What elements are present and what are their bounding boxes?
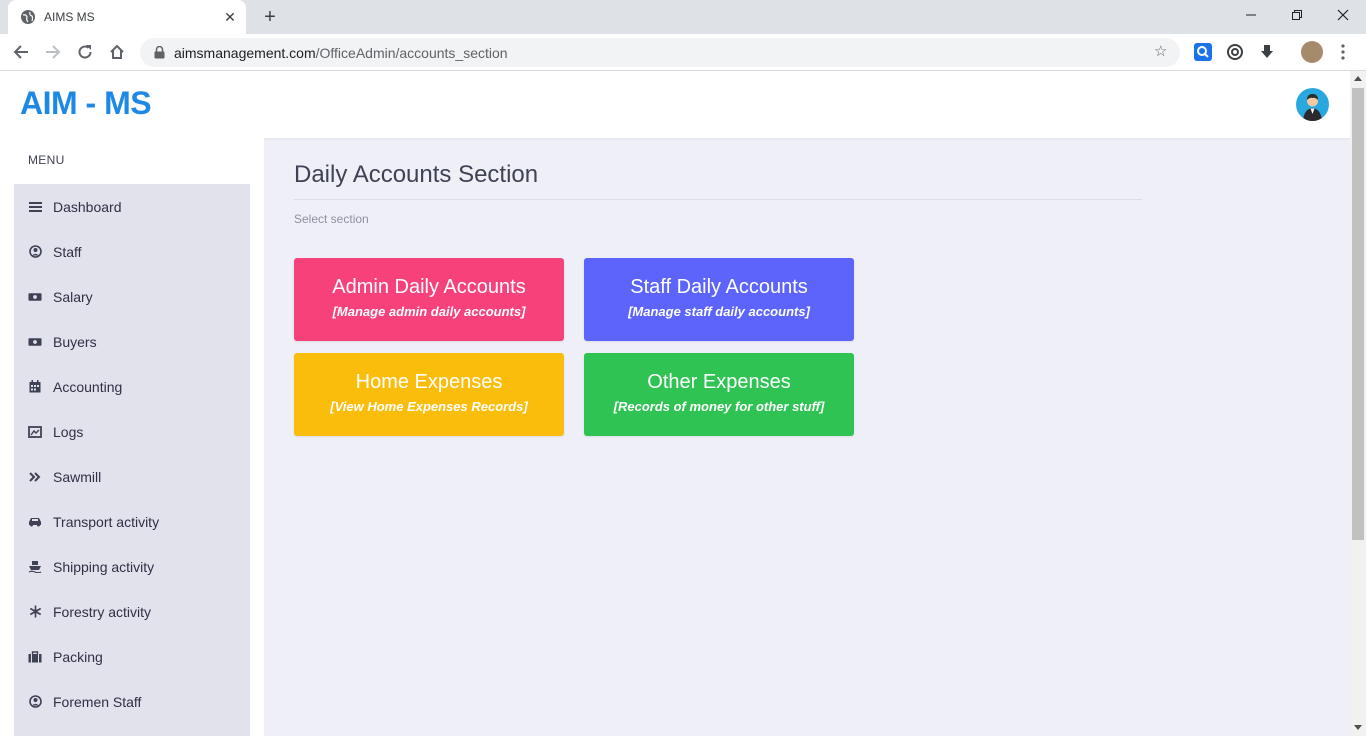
sidebar-item-salary[interactable]: Salary xyxy=(14,274,250,319)
double-chevron-icon xyxy=(28,470,42,484)
address-bar[interactable]: aimsmanagement.com/OfficeAdmin/accounts_… xyxy=(140,38,1180,67)
money-icon xyxy=(28,290,42,304)
scrollbar-thumb[interactable] xyxy=(1352,88,1364,540)
user-circle-icon xyxy=(28,695,42,709)
more-vert-icon[interactable] xyxy=(1336,43,1350,61)
menu-list: Dashboard Staff Salary Buyers Accounting… xyxy=(14,184,250,736)
close-window-icon[interactable] xyxy=(1320,0,1366,30)
car-icon xyxy=(28,515,42,529)
sidebar-item-label: Logs xyxy=(53,423,84,440)
ship-icon xyxy=(28,560,42,574)
tab-title: AIMS MS xyxy=(44,10,95,24)
sidebar-item-packing[interactable]: Packing xyxy=(14,634,250,679)
sidebar-item-label: Sawmill xyxy=(53,468,102,485)
minimize-icon[interactable] xyxy=(1228,0,1274,30)
scroll-down-arrow-icon[interactable] xyxy=(1354,725,1362,730)
sidebar-item-dashboard[interactable]: Dashboard xyxy=(14,184,250,229)
scroll-up-arrow-icon[interactable] xyxy=(1354,76,1362,81)
search-extension-icon[interactable] xyxy=(1194,43,1212,61)
card-subtitle: [Records of money for other stuff] xyxy=(613,399,825,414)
bookmark-star-icon[interactable]: ☆ xyxy=(1154,44,1170,60)
menu-heading: MENU xyxy=(28,153,65,167)
page-scrollbar[interactable] xyxy=(1350,71,1366,736)
page-title: Daily Accounts Section xyxy=(294,161,539,188)
card-subtitle: [Manage admin daily accounts] xyxy=(332,304,526,319)
sidebar-item-label: Accounting xyxy=(53,378,123,395)
sidebar-item-label: Packing xyxy=(53,648,103,665)
card-title: Other Expenses xyxy=(647,371,791,393)
admin-daily-accounts-card[interactable]: Admin Daily Accounts [Manage admin daily… xyxy=(294,258,564,341)
image-icon xyxy=(28,425,42,439)
url-text: aimsmanagement.com/OfficeAdmin/accounts_… xyxy=(174,45,508,61)
sidebar-item-label: Salary xyxy=(53,288,93,305)
other-expenses-card[interactable]: Other Expenses [Records of money for oth… xyxy=(584,353,854,436)
extension-ring-icon[interactable] xyxy=(1226,43,1244,61)
url-path: /OfficeAdmin/accounts_section xyxy=(315,44,508,61)
user-avatar-icon[interactable] xyxy=(1296,88,1329,121)
forward-arrow-icon[interactable] xyxy=(40,39,66,65)
browser-toolbar: aimsmanagement.com/OfficeAdmin/accounts_… xyxy=(0,34,1366,71)
sidebar-item-label: Foremen Staff xyxy=(53,693,142,710)
sidebar-item-foremen-staff[interactable]: Foremen Staff xyxy=(14,679,250,724)
home-icon[interactable] xyxy=(104,39,130,65)
sidebar-item-staff[interactable]: Staff xyxy=(14,229,250,274)
profile-avatar-icon[interactable] xyxy=(1301,41,1323,63)
sidebar-item-label: Staff xyxy=(53,243,82,260)
reload-icon[interactable] xyxy=(72,39,98,65)
card-title: Admin Daily Accounts xyxy=(332,276,526,298)
sidebar-item-transport-activity[interactable]: Transport activity xyxy=(14,499,250,544)
bars-icon xyxy=(28,200,42,214)
new-tab-button[interactable]: + xyxy=(258,5,282,29)
sidebar: MENU Dashboard Staff Salary Buyers Accou… xyxy=(0,138,264,736)
app-logo[interactable]: AIM - MS xyxy=(20,85,152,122)
restore-icon[interactable] xyxy=(1274,0,1320,30)
globe-icon xyxy=(20,9,36,25)
sidebar-item-label: Forestry activity xyxy=(53,603,152,620)
app-header: AIM - MS xyxy=(0,71,1350,138)
download-icon[interactable] xyxy=(1258,43,1276,61)
money-icon xyxy=(28,335,42,349)
staff-daily-accounts-card[interactable]: Staff Daily Accounts [Manage staff daily… xyxy=(584,258,854,341)
sidebar-item-label: Dashboard xyxy=(53,198,122,215)
sidebar-item-logs[interactable]: Logs xyxy=(14,409,250,454)
page-subtitle: Select section xyxy=(294,212,369,226)
sidebar-item-label: Shipping activity xyxy=(53,558,155,575)
home-expenses-card[interactable]: Home Expenses [View Home Expenses Record… xyxy=(294,353,564,436)
url-domain: aimsmanagement.com xyxy=(174,44,316,61)
snowflake-icon xyxy=(28,605,42,619)
title-divider xyxy=(294,199,1142,200)
sidebar-item-buyers[interactable]: Buyers xyxy=(14,319,250,364)
back-arrow-icon[interactable] xyxy=(8,39,34,65)
browser-tab-bar: AIMS MS ✕ + xyxy=(0,0,1366,34)
card-title: Home Expenses xyxy=(355,371,503,393)
user-circle-icon xyxy=(28,245,42,259)
calendar-icon xyxy=(28,380,42,394)
main-content: Daily Accounts Section Select section Ad… xyxy=(264,138,1350,736)
browser-tab[interactable]: AIMS MS ✕ xyxy=(8,0,246,34)
sidebar-item-shipping-activity[interactable]: Shipping activity xyxy=(14,544,250,589)
close-tab-icon[interactable]: ✕ xyxy=(222,9,238,25)
sidebar-item-sawmill[interactable]: Sawmill xyxy=(14,454,250,499)
lock-icon xyxy=(152,46,166,60)
card-title: Staff Daily Accounts xyxy=(630,276,808,298)
card-subtitle: [Manage staff daily accounts] xyxy=(628,304,810,319)
sidebar-item-label: Buyers xyxy=(53,333,97,350)
sidebar-item-forestry-activity[interactable]: Forestry activity xyxy=(14,589,250,634)
sidebar-item-accounting[interactable]: Accounting xyxy=(14,364,250,409)
sidebar-item-label: Transport activity xyxy=(53,513,160,530)
briefcase-icon xyxy=(28,650,42,664)
card-subtitle: [View Home Expenses Records] xyxy=(330,399,528,414)
